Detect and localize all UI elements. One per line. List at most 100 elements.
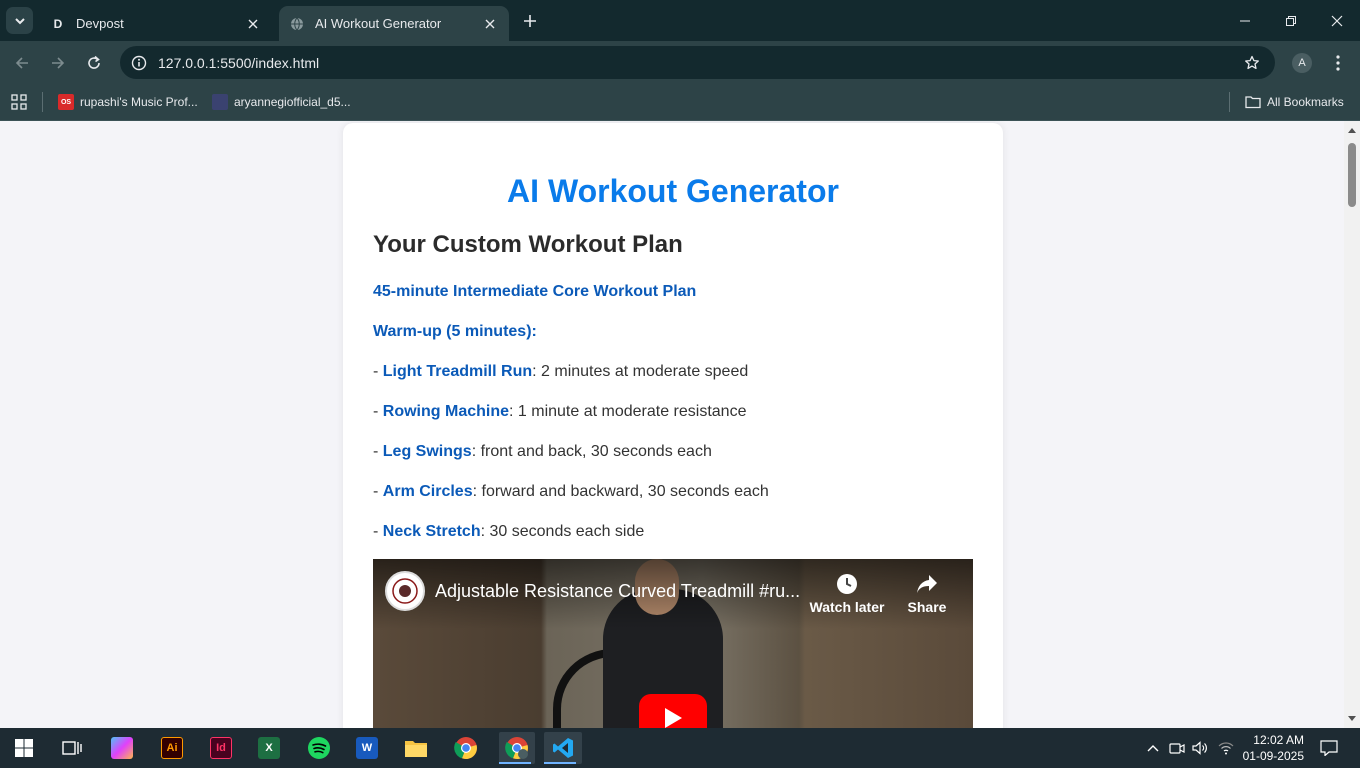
close-icon xyxy=(1331,15,1343,26)
os-bookmark-icon: OS xyxy=(58,94,74,110)
chrome-profile-icon[interactable] xyxy=(499,732,535,764)
apps-grid-icon[interactable] xyxy=(11,94,27,110)
bookmark-label: rupashi's Music Prof... xyxy=(80,95,198,109)
watch-later-label: Watch later xyxy=(809,599,885,615)
bullet-dash: - xyxy=(373,403,383,420)
tab-devpost[interactable]: D Devpost xyxy=(40,6,272,41)
arrow-right-icon xyxy=(52,57,65,69)
all-bookmarks-label: All Bookmarks xyxy=(1267,95,1344,109)
page-viewport: AI Workout Generator Your Custom Workout… xyxy=(0,121,1344,728)
clock-date: 01-09-2025 xyxy=(1242,749,1304,763)
reload-button[interactable] xyxy=(80,49,108,77)
exercise-name: Arm Circles xyxy=(382,483,473,500)
excel-icon[interactable]: X xyxy=(253,732,285,764)
tab-ai-workout-generator[interactable]: AI Workout Generator xyxy=(279,6,509,41)
spotify-icon[interactable] xyxy=(303,732,335,764)
profile-avatar[interactable]: A xyxy=(1292,53,1312,73)
close-window-button[interactable] xyxy=(1314,0,1360,41)
all-bookmarks-button[interactable]: All Bookmarks xyxy=(1245,92,1344,112)
page-scrollbar[interactable] xyxy=(1344,121,1360,728)
exercise-detail: : 2 minutes at moderate speed xyxy=(532,363,749,380)
share-label: Share xyxy=(907,599,947,615)
exercise-detail: : front and back, 30 seconds each xyxy=(471,443,712,460)
plan-name: 45-minute Intermediate Core Workout Plan xyxy=(373,283,697,300)
vscode-icon[interactable] xyxy=(544,732,582,764)
forward-button[interactable] xyxy=(44,49,72,77)
page-title: AI Workout Generator xyxy=(507,173,839,209)
play-button[interactable] xyxy=(639,694,707,728)
devpost-favicon-icon: D xyxy=(53,16,63,31)
scroll-up-icon[interactable] xyxy=(1344,123,1360,137)
tab-close-icon[interactable] xyxy=(481,15,499,33)
word-icon[interactable]: W xyxy=(351,732,383,764)
tab-title: Devpost xyxy=(76,16,124,31)
youtube-video-embed[interactable]: Adjustable Resistance Curved Treadmill #… xyxy=(373,559,973,728)
tab-title: AI Workout Generator xyxy=(315,16,442,31)
plan-heading: Your Custom Workout Plan xyxy=(373,231,683,258)
restore-button[interactable] xyxy=(1268,0,1314,41)
video-title[interactable]: Adjustable Resistance Curved Treadmill #… xyxy=(435,581,815,602)
indesign-icon[interactable]: Id xyxy=(205,732,237,764)
bookmark-aryannegi[interactable]: aryannegiofficial_d5... xyxy=(212,92,351,112)
url-text[interactable]: 127.0.0.1:5500/index.html xyxy=(158,55,1235,71)
browser-menu-button[interactable] xyxy=(1328,49,1348,77)
channel-logo-icon[interactable] xyxy=(385,571,425,611)
exercise-item: - Neck Stretch: 30 seconds each side xyxy=(373,523,644,541)
minimize-button[interactable] xyxy=(1222,0,1268,41)
folder-icon xyxy=(1245,94,1261,110)
copilot-icon[interactable] xyxy=(106,732,138,764)
warmup-label: Warm-up (5 minutes): xyxy=(373,323,537,340)
illustrator-icon[interactable]: Ai xyxy=(156,732,188,764)
volume-icon[interactable] xyxy=(1190,738,1210,758)
windows-taskbar: Ai Id X W 12:02 AM 01-09-2025 xyxy=(0,728,1360,768)
tab-close-icon[interactable] xyxy=(244,15,262,33)
browser-toolbar: 127.0.0.1:5500/index.html A xyxy=(0,41,1360,84)
task-view-icon[interactable] xyxy=(56,732,88,764)
bullet-dash: - xyxy=(373,443,383,460)
exercise-detail: : forward and backward, 30 seconds each xyxy=(472,483,769,500)
exercise-item: - Arm Circles: forward and backward, 30 … xyxy=(373,483,769,501)
reload-icon xyxy=(88,55,100,69)
bullet-dash: - xyxy=(373,363,383,380)
bookmark-favicon-icon xyxy=(212,94,228,110)
share-button[interactable]: Share xyxy=(887,571,967,615)
scrollbar-thumb[interactable] xyxy=(1348,143,1356,207)
windows-start-icon[interactable] xyxy=(8,732,40,764)
restore-icon xyxy=(1286,15,1296,26)
exercise-name: Rowing Machine xyxy=(382,403,510,420)
exercise-item: - Rowing Machine: 1 minute at moderate r… xyxy=(373,403,746,421)
exercise-item: - Light Treadmill Run: 2 minutes at mode… xyxy=(373,363,748,381)
chrome-icon[interactable] xyxy=(450,732,482,764)
file-explorer-icon[interactable] xyxy=(400,732,432,764)
share-arrow-icon xyxy=(887,571,967,597)
site-info-icon[interactable] xyxy=(122,55,156,71)
bookmark-star-icon[interactable] xyxy=(1235,55,1269,71)
exercise-item: - Leg Swings: front and back, 30 seconds… xyxy=(373,443,712,461)
new-tab-button[interactable] xyxy=(519,10,541,32)
bookmark-separator xyxy=(1229,92,1230,112)
plus-icon xyxy=(524,15,536,27)
notification-icon[interactable] xyxy=(1318,738,1340,758)
exercise-detail: : 1 minute at moderate resistance xyxy=(509,403,747,420)
back-button[interactable] xyxy=(8,49,36,77)
chevron-up-icon[interactable] xyxy=(1143,738,1163,758)
clock-time: 12:02 AM xyxy=(1253,733,1304,747)
clock-icon xyxy=(807,571,887,597)
bullet-dash: - xyxy=(373,483,383,500)
bullet-dash: - xyxy=(373,523,383,540)
address-bar[interactable]: 127.0.0.1:5500/index.html xyxy=(120,46,1275,79)
bookmark-label: aryannegiofficial_d5... xyxy=(234,95,351,109)
scroll-down-icon[interactable] xyxy=(1344,712,1360,726)
taskbar-clock[interactable]: 12:02 AM 01-09-2025 xyxy=(1240,732,1304,764)
bookmarks-bar: OS rupashi's Music Prof... aryannegioffi… xyxy=(0,84,1360,121)
chevron-down-icon xyxy=(14,17,25,24)
play-icon xyxy=(665,708,682,728)
exercise-detail: : 30 seconds each side xyxy=(480,523,645,540)
exercise-name: Leg Swings xyxy=(382,443,472,460)
bookmark-rupashi[interactable]: OS rupashi's Music Prof... xyxy=(58,92,198,112)
meet-now-icon[interactable] xyxy=(1167,738,1187,758)
wifi-icon[interactable] xyxy=(1216,738,1236,758)
watch-later-button[interactable]: Watch later xyxy=(807,571,887,615)
globe-icon xyxy=(289,16,305,32)
tab-search-button[interactable] xyxy=(6,7,33,34)
